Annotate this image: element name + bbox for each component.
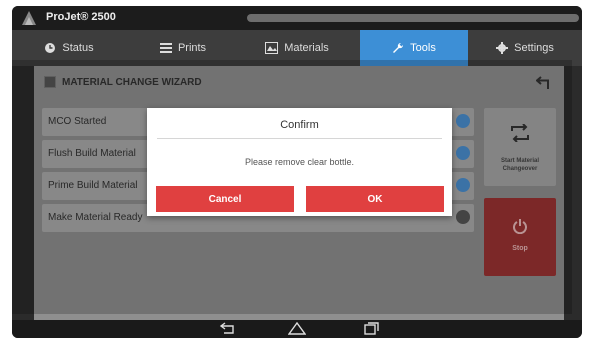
tab-label: Prints	[177, 42, 207, 54]
confirm-dialog: Confirm Please remove clear bottle. Canc…	[147, 108, 452, 216]
clock-icon	[45, 43, 56, 53]
list-icon	[159, 43, 172, 53]
tab-label: Materials	[284, 42, 329, 54]
dialog-message: Please remove clear bottle.	[244, 157, 355, 167]
ok-button[interactable]: OK	[306, 186, 444, 212]
tab-label: Tools	[410, 42, 436, 54]
dialog-divider	[157, 138, 442, 139]
tab-label: Settings	[514, 42, 554, 54]
app-title: ProJet® 2500	[46, 11, 116, 23]
nav-home-icon[interactable]	[288, 322, 306, 335]
wrench-icon	[393, 42, 404, 53]
materials-icon	[265, 42, 279, 54]
progress-bar	[247, 14, 579, 22]
nav-recents-icon[interactable]	[364, 322, 380, 335]
cancel-button[interactable]: Cancel	[156, 186, 294, 212]
title-bar: ProJet® 2500	[12, 6, 582, 30]
gear-icon	[496, 42, 509, 54]
tab-label: Status	[62, 42, 94, 54]
dialog-title: Confirm	[280, 119, 319, 131]
nav-back-icon[interactable]	[220, 322, 236, 335]
projet-logo-icon	[22, 11, 36, 25]
android-nav-bar	[12, 320, 582, 338]
